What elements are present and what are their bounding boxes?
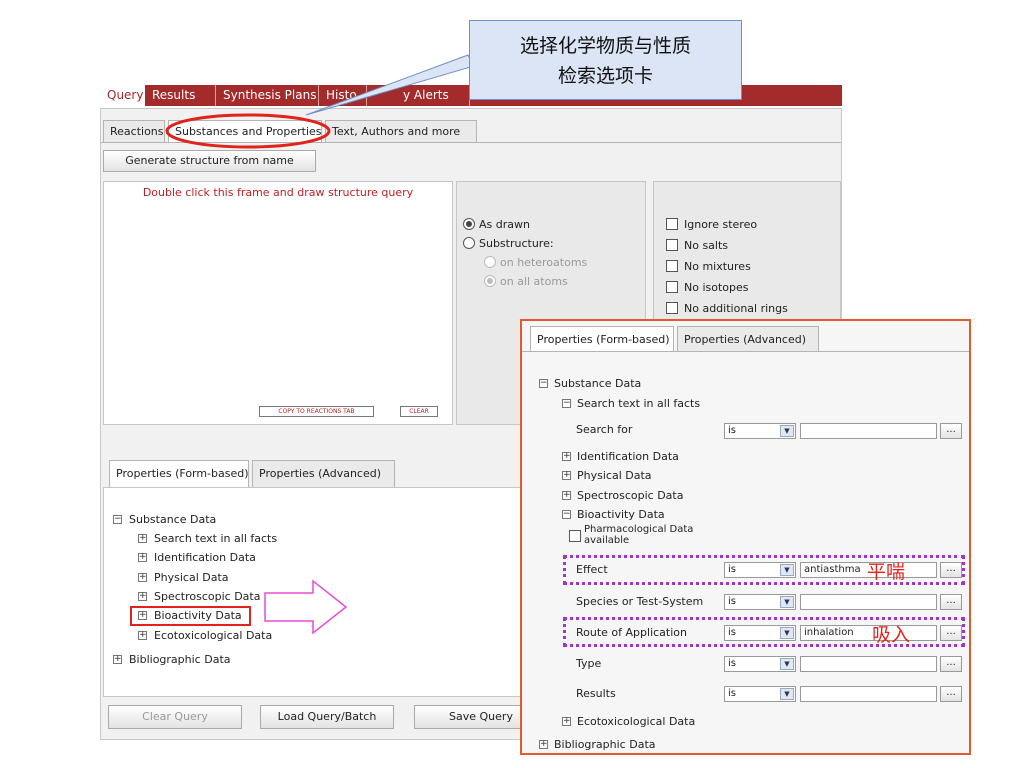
route-operator-select[interactable]: is ▼	[724, 625, 796, 641]
results-operator-select[interactable]: is ▼	[724, 686, 796, 702]
expand-icon[interactable]: +	[562, 471, 571, 480]
effect-note: 平喘	[867, 561, 906, 583]
results-label: Results	[576, 687, 616, 700]
overlay-ecotoxicological[interactable]: Ecotoxicological Data	[577, 715, 695, 728]
properties-zoom-panel: Properties (Form-based) Properties (Adva…	[520, 319, 971, 755]
overlay-tab-divider	[522, 351, 969, 352]
species-label: Species or Test-System	[576, 595, 704, 608]
type-more-button[interactable]: ...	[940, 656, 962, 672]
species-input[interactable]	[800, 594, 937, 610]
route-more-button[interactable]: ...	[940, 625, 962, 641]
species-operator-select[interactable]: is ▼	[724, 594, 796, 610]
overlay-bibliographic[interactable]: Bibliographic Data	[554, 738, 656, 751]
route-note: 吸入	[872, 624, 911, 646]
pharmacological-data-label: Pharmacological Data available	[584, 524, 694, 546]
species-more-button[interactable]: ...	[940, 594, 962, 610]
overlay-tab-advanced[interactable]: Properties (Advanced)	[677, 326, 819, 352]
overlay-search-text[interactable]: Search text in all facts	[577, 397, 700, 410]
overlay-substance-data[interactable]: Substance Data	[554, 377, 641, 390]
pharmacological-data-checkbox[interactable]	[569, 530, 581, 542]
collapse-icon[interactable]: −	[539, 379, 548, 388]
overlay-tab-form-based[interactable]: Properties (Form-based)	[530, 326, 674, 352]
overlay-spectroscopic[interactable]: Spectroscopic Data	[577, 489, 683, 502]
right-arrow-icon	[264, 579, 348, 635]
overlay-bioactivity[interactable]: Bioactivity Data	[577, 508, 665, 521]
search-for-label: Search for	[576, 423, 633, 436]
results-input[interactable]	[800, 686, 937, 702]
search-for-more-button[interactable]: ...	[940, 423, 962, 439]
chevron-down-icon: ▼	[780, 596, 794, 608]
overlay-identification[interactable]: Identification Data	[577, 450, 679, 463]
expand-icon[interactable]: +	[562, 491, 571, 500]
collapse-icon[interactable]: −	[562, 510, 571, 519]
collapse-icon[interactable]: −	[562, 399, 571, 408]
overlay-physical[interactable]: Physical Data	[577, 469, 652, 482]
type-label: Type	[576, 657, 602, 670]
chevron-down-icon: ▼	[780, 425, 794, 437]
search-for-operator-select[interactable]: is ▼	[724, 423, 796, 439]
expand-icon[interactable]: +	[562, 717, 571, 726]
callout-line-2: 检索选项卡	[557, 65, 653, 87]
tab-highlight-ellipse	[165, 113, 331, 149]
chevron-down-icon: ▼	[780, 688, 794, 700]
callout-line-1: 选择化学物质与性质	[519, 35, 691, 57]
search-for-input[interactable]	[800, 423, 937, 439]
expand-icon[interactable]: +	[562, 452, 571, 461]
callout-pointer	[305, 54, 475, 116]
chevron-down-icon: ▼	[780, 658, 794, 670]
chevron-down-icon: ▼	[780, 627, 794, 639]
effect-label: Effect	[576, 563, 608, 576]
type-operator-select[interactable]: is ▼	[724, 656, 796, 672]
route-input[interactable]: inhalation	[800, 625, 937, 641]
results-more-button[interactable]: ...	[940, 686, 962, 702]
type-input[interactable]	[800, 656, 937, 672]
callout-box: 选择化学物质与性质 检索选项卡	[469, 20, 742, 100]
route-label: Route of Application	[576, 626, 687, 639]
effect-more-button[interactable]: ...	[940, 562, 962, 578]
chevron-down-icon: ▼	[780, 564, 794, 576]
expand-icon[interactable]: +	[539, 740, 548, 749]
effect-operator-select[interactable]: is ▼	[724, 562, 796, 578]
